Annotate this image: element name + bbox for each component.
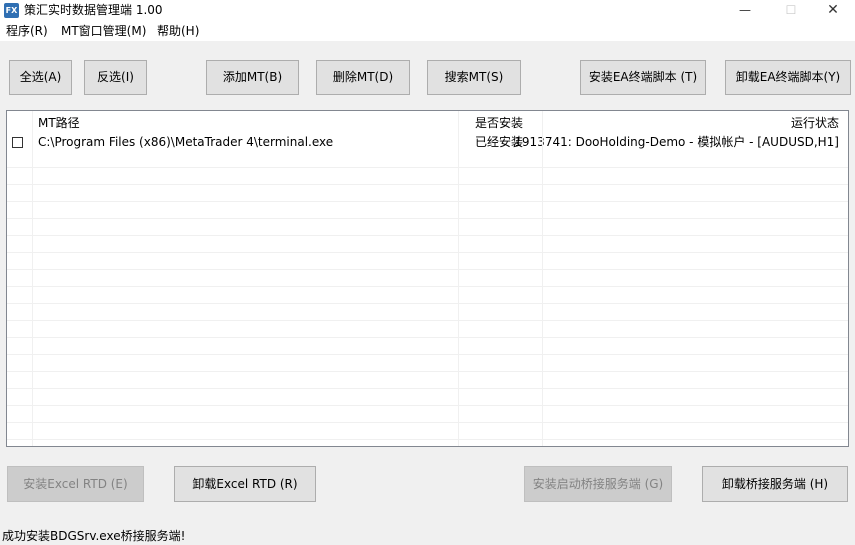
menu-help[interactable]: 帮助(H) xyxy=(157,24,199,39)
menu-program[interactable]: 程序(R) xyxy=(6,24,48,39)
uninstall-ea-button[interactable]: 卸载EA终端脚本(Y) xyxy=(725,60,851,95)
column-divider xyxy=(458,111,459,446)
install-bridge-server-button: 安装启动桥接服务端 (G) xyxy=(524,466,672,502)
column-header-status[interactable]: 运行状态 xyxy=(791,116,839,130)
install-ea-button[interactable]: 安装EA终端脚本 (T) xyxy=(580,60,706,95)
uninstall-excel-rtd-button[interactable]: 卸载Excel RTD (R) xyxy=(174,466,316,502)
select-all-button[interactable]: 全选(A) xyxy=(9,60,72,95)
column-header-installed[interactable]: 是否安装 xyxy=(475,116,523,130)
mt-list[interactable]: MT路径 是否安装 运行状态 C:\Program Files (x86)\Me… xyxy=(6,110,849,447)
row-checkbox[interactable] xyxy=(12,137,23,148)
status-message: 成功安装BDGSrv.exe桥接服务端! xyxy=(2,529,186,543)
app-icon: FX xyxy=(4,3,19,18)
maximize-icon: ☐ xyxy=(785,3,797,17)
add-mt-button[interactable]: 添加MT(B) xyxy=(206,60,299,95)
row-path: C:\Program Files (x86)\MetaTrader 4\term… xyxy=(38,135,334,149)
column-header-path[interactable]: MT路径 xyxy=(38,116,80,130)
install-excel-rtd-button: 安装Excel RTD (E) xyxy=(7,466,144,502)
menu-mt-window[interactable]: MT窗口管理(M) xyxy=(61,24,146,39)
close-icon[interactable]: ✕ xyxy=(811,0,855,21)
column-divider xyxy=(32,111,33,446)
list-header: MT路径 是否安装 运行状态 xyxy=(7,111,848,133)
uninstall-bridge-server-button[interactable]: 卸载桥接服务端 (H) xyxy=(702,466,848,502)
minimize-icon[interactable]: — xyxy=(723,0,767,21)
search-mt-button[interactable]: 搜索MT(S) xyxy=(427,60,521,95)
invert-select-button[interactable]: 反选(I) xyxy=(84,60,147,95)
window-title: 策汇实时数据管理端 1.00 xyxy=(24,3,163,17)
table-row[interactable]: C:\Program Files (x86)\MetaTrader 4\term… xyxy=(7,134,848,151)
delete-mt-button[interactable]: 删除MT(D) xyxy=(316,60,410,95)
row-status: 1913741: DooHolding-Demo - 模拟帐户 - [AUDUS… xyxy=(514,135,839,149)
menu-bar: 程序(R) MT窗口管理(M) 帮助(H) xyxy=(0,21,855,41)
column-divider xyxy=(542,111,543,446)
status-bar: 成功安装BDGSrv.exe桥接服务端! xyxy=(0,526,855,545)
title-bar: FX 策汇实时数据管理端 1.00 — ☐ ✕ xyxy=(0,0,855,21)
